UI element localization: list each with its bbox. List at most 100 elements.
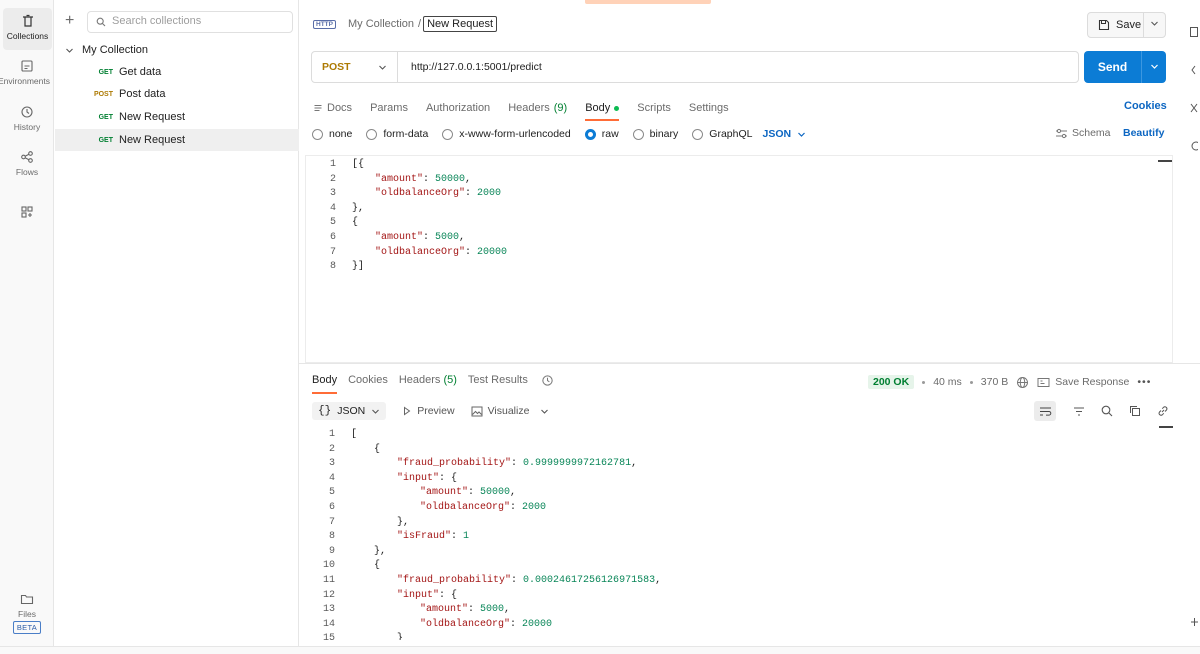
code-line: 6 "oldbalanceOrg": 2000: [305, 501, 661, 516]
line-number: 7: [328, 516, 335, 528]
documentation-icon[interactable]: [1190, 27, 1198, 40]
code-line: 3 "oldbalanceOrg": 2000: [306, 187, 507, 202]
line-number: 10: [322, 560, 335, 572]
resp-tab-test-results[interactable]: Test Results: [468, 374, 528, 390]
search-collections-input[interactable]: [112, 15, 287, 27]
breadcrumb-parent[interactable]: My Collection: [348, 18, 414, 30]
radio-form-data[interactable]: form-data: [366, 128, 428, 140]
chevron-down-icon: [798, 132, 806, 137]
rail-history[interactable]: History: [0, 99, 54, 141]
radio-x-www-form-urlencoded[interactable]: x-www-form-urlencoded: [442, 128, 571, 140]
beautify-button[interactable]: Beautify: [1123, 127, 1164, 139]
link-icon[interactable]: [1152, 401, 1174, 421]
json-value: 2000: [522, 501, 547, 513]
related-icon[interactable]: [1190, 103, 1198, 116]
status-badge[interactable]: 200 OK: [868, 375, 915, 389]
resp-tab-body[interactable]: Body: [312, 374, 338, 394]
code-line: 14 "oldbalanceOrg": 20000: [305, 618, 661, 633]
line-number: 8: [329, 261, 336, 273]
json-key: "input": [397, 589, 440, 601]
method-select[interactable]: POST: [312, 52, 398, 82]
request-method: POST: [93, 90, 113, 98]
code-line: 13 "amount": 5000,: [305, 603, 661, 618]
request-item-new-request[interactable]: GET New Request: [55, 106, 299, 128]
url-input[interactable]: http://127.0.0.1:5001/predict: [411, 61, 542, 73]
response-status-bar: 200 OK 40 ms 370 B Save Response •••: [868, 374, 1151, 390]
breadcrumb: HTTP My Collection / New Request: [313, 14, 498, 34]
json-key: "oldbalanceOrg": [375, 246, 466, 258]
request-item-new-request-active[interactable]: GET New Request: [55, 129, 299, 151]
language-select[interactable]: JSON: [762, 128, 806, 140]
tab-params[interactable]: Params: [370, 98, 408, 118]
history-icon[interactable]: [541, 374, 554, 387]
json-value: 50000: [435, 173, 466, 185]
request-item-get-data[interactable]: GET Get data: [55, 61, 299, 83]
filter-icon[interactable]: [1068, 401, 1090, 421]
tab-docs[interactable]: Docs: [313, 98, 352, 118]
request-tabs: Docs Params Authorization Headers (9) Bod…: [313, 98, 747, 121]
code-line: 1[: [305, 428, 661, 443]
response-size[interactable]: 370 B: [981, 376, 1008, 388]
line-number: 1: [328, 429, 335, 440]
environment-icon: [21, 60, 33, 72]
rail-collections[interactable]: Collections: [3, 8, 52, 50]
rail-environments[interactable]: Environments: [0, 53, 54, 95]
tab-body[interactable]: Body: [585, 98, 620, 121]
sparkle-icon[interactable]: [1190, 617, 1199, 630]
language-value: JSON: [762, 128, 792, 140]
rail-environments-label: Environments: [0, 76, 50, 86]
visualize-button[interactable]: Visualize: [471, 405, 550, 417]
image-icon: [471, 406, 483, 416]
request-item-post-data[interactable]: POST Post data: [55, 83, 299, 105]
send-options-chevron-icon[interactable]: [1142, 60, 1166, 74]
save-options-chevron-icon[interactable]: [1144, 19, 1165, 31]
info-icon[interactable]: [1190, 141, 1200, 154]
response-format-select[interactable]: {} JSON: [312, 402, 387, 420]
search-icon[interactable]: [1096, 401, 1118, 421]
radio-raw[interactable]: raw: [584, 128, 619, 140]
radio-none[interactable]: none: [312, 128, 352, 140]
chevron-down-icon: [379, 65, 386, 70]
json-value: 0.9999999972162781: [523, 458, 632, 470]
tab-settings[interactable]: Settings: [689, 98, 729, 118]
response-body-viewer[interactable]: 1[2{3 "fraud_probability": 0.999999997216…: [305, 426, 1173, 640]
radio-binary[interactable]: binary: [632, 128, 678, 140]
folder-icon: [20, 594, 34, 605]
save-response-button[interactable]: Save Response: [1037, 376, 1129, 388]
request-name-field[interactable]: New Request: [423, 16, 498, 32]
new-collection-button[interactable]: +: [65, 13, 74, 29]
beta-badge: BETA: [12, 621, 42, 634]
tab-scripts[interactable]: Scripts: [637, 98, 671, 118]
radio-graphql[interactable]: GraphQL: [692, 128, 752, 140]
request-name: Get data: [119, 66, 162, 78]
tab-scripts-label: Scripts: [637, 102, 671, 114]
globe-icon[interactable]: [1016, 376, 1029, 389]
line-number: 2: [328, 443, 335, 455]
rail-flows[interactable]: Flows: [0, 144, 54, 186]
rail-files[interactable]: Files BETA: [0, 586, 54, 638]
send-button[interactable]: Send: [1084, 51, 1166, 83]
schema-button[interactable]: Schema: [1055, 127, 1111, 139]
json-value: 5000: [435, 231, 460, 243]
more-options-icon[interactable]: •••: [1137, 376, 1151, 388]
request-body-editor[interactable]: 1[{2 "amount": 50000, 3 "oldbalanceOrg": 20…: [305, 155, 1173, 363]
response-time[interactable]: 40 ms: [933, 376, 962, 388]
search-collections-box[interactable]: [87, 11, 293, 33]
json-key: "isFraud": [397, 531, 452, 543]
rail-add-workspace[interactable]: [0, 199, 54, 241]
schema-label: Schema: [1072, 127, 1111, 139]
tab-headers[interactable]: Headers (9): [508, 98, 567, 118]
copy-icon[interactable]: [1124, 401, 1146, 421]
response-divider[interactable]: [299, 363, 1200, 364]
code-icon[interactable]: [1190, 65, 1198, 78]
code-line: 15}: [305, 632, 661, 640]
resp-tab-cookies[interactable]: Cookies: [348, 374, 388, 390]
cookies-link[interactable]: Cookies: [1124, 100, 1167, 112]
tab-authorization[interactable]: Authorization: [426, 98, 490, 118]
collection-my-collection[interactable]: My Collection: [65, 42, 148, 58]
wrap-lines-icon[interactable]: [1034, 401, 1056, 421]
save-button[interactable]: Save: [1087, 12, 1166, 38]
code-line: 7 "oldbalanceOrg": 20000: [306, 246, 507, 261]
preview-button[interactable]: Preview: [402, 405, 455, 417]
resp-tab-headers[interactable]: Headers (5): [399, 374, 457, 390]
